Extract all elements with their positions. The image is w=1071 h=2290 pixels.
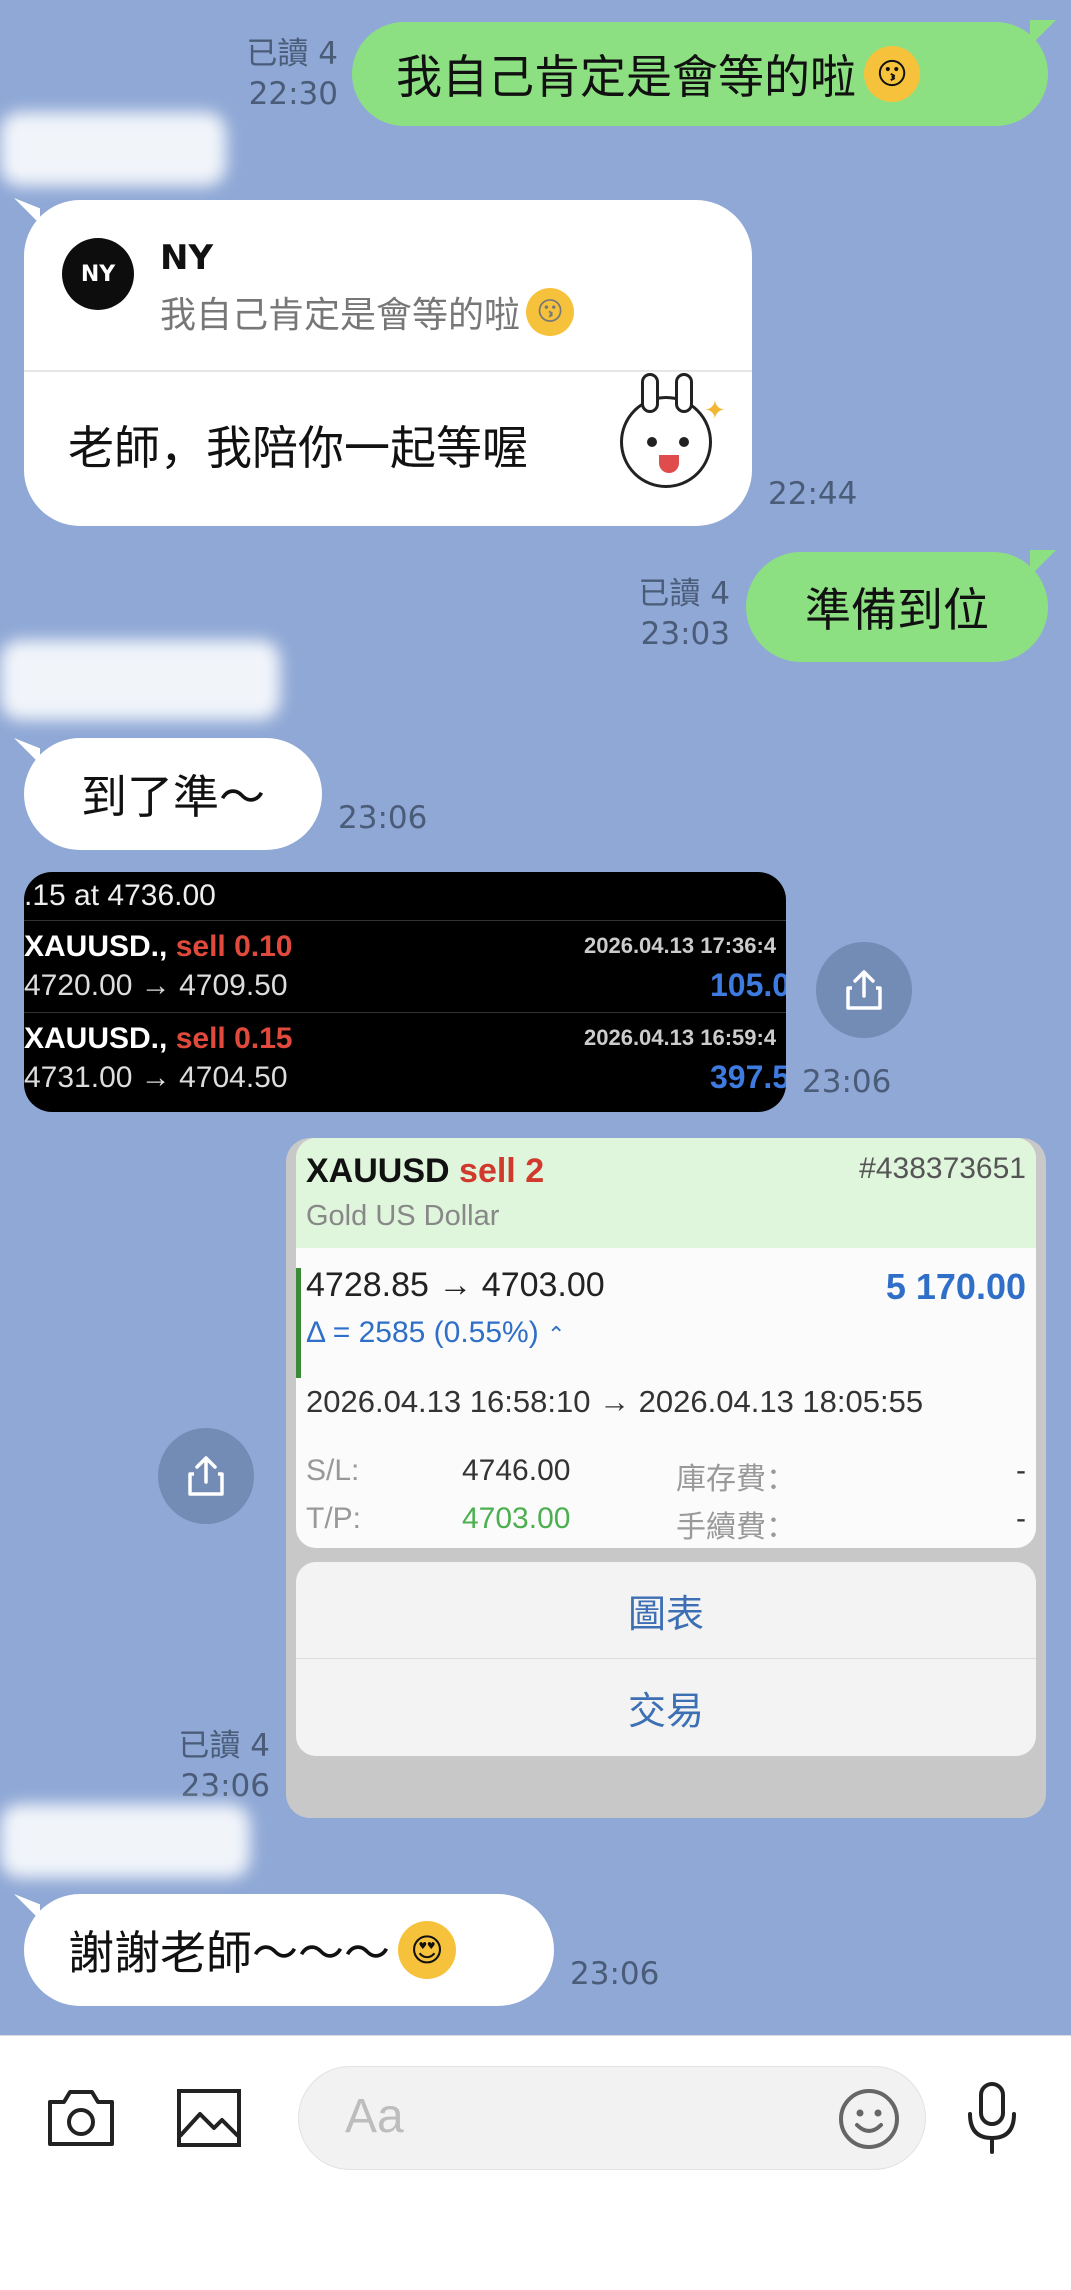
read-receipt: 已讀 4 23:06: [178, 1728, 270, 1804]
message-time: 22:44: [768, 476, 858, 512]
message-bubble-incoming[interactable]: 謝謝老師～～～ 😍: [24, 1894, 554, 2006]
swap-label: 庫存費：: [676, 1463, 796, 1496]
mic-icon: [968, 2082, 1016, 2154]
quoted-sender: NY: [160, 238, 214, 278]
camera-icon: [48, 2090, 114, 2146]
reply-message-bubble[interactable]: NY NY 我自己肯定是會等的啦 😗 老師，我陪你一起等喔 ✦: [24, 200, 752, 526]
menu-item-chart[interactable]: 圖表: [296, 1562, 1036, 1659]
trade-history-image[interactable]: .15 at 4736.00 XAUUSD., sell 0.10 2026.0…: [24, 872, 786, 1112]
message-bubble-incoming[interactable]: 到了準～: [24, 738, 322, 850]
message-bubble-outgoing[interactable]: 準備到位: [746, 552, 1048, 662]
trade-dates: 2026.04.13 16:58:10 → 2026.04.13 18:05:5…: [306, 1384, 924, 1419]
message-input[interactable]: Aa: [298, 2066, 926, 2170]
kissing-face-icon: 😗: [526, 288, 575, 336]
kissing-face-icon: 😗: [864, 46, 920, 102]
chat-area[interactable]: 已讀 4 22:30 我自己肯定是會等的啦 😗 NY NY 我自己肯定是會等的啦…: [0, 0, 1071, 2035]
sparkle-icon: ✦: [704, 396, 726, 426]
trade-side: sell 0.15: [175, 1022, 293, 1055]
camera-button[interactable]: [46, 2086, 116, 2150]
trade-date: 2026.04.13 17:36:4: [584, 933, 777, 958]
image-icon: [177, 2089, 241, 2147]
emoji-icon: [839, 2089, 899, 2149]
image-button[interactable]: [176, 2086, 242, 2150]
quoted-text: 我自己肯定是會等的啦 😗: [160, 286, 575, 338]
bubble-tail: [1030, 550, 1056, 576]
ticket-number: #438373651: [859, 1152, 1026, 1185]
sl-value: 4746.00: [462, 1454, 571, 1487]
trade-delta: Δ = 2585 (0.55%) ⌃: [306, 1316, 566, 1349]
emoji-button[interactable]: [837, 2087, 901, 2151]
trade-prices: 4728.85 → 4703.00: [306, 1266, 605, 1304]
sender-name: [0, 1804, 250, 1878]
chevron-up-icon: ⌃: [547, 1322, 566, 1347]
trade-symbol: XAUUSD.,: [24, 930, 168, 963]
trade-side: sell 0.10: [175, 930, 293, 963]
share-icon: [846, 970, 882, 1010]
trade-side: sell 2: [459, 1152, 545, 1190]
context-menu: 圖表 交易: [296, 1562, 1036, 1756]
sender-name: [0, 112, 226, 186]
trade-row: XAUUSD., sell 0.10 2026.04.13 17:36:4 47…: [24, 920, 786, 1012]
instrument-name: Gold US Dollar: [306, 1200, 500, 1232]
trade-prices: 4731.00 → 4704.50: [24, 1061, 288, 1094]
share-button[interactable]: [158, 1428, 254, 1524]
tp-label: T/P:: [306, 1502, 362, 1535]
trade-detail-image[interactable]: XAUUSD sell 2 #438373651 Gold US Dollar …: [286, 1138, 1046, 1818]
trade-header: XAUUSD sell 2 #438373651 Gold US Dollar: [296, 1138, 1036, 1248]
trade-date: 2026.04.13 16:59:4: [584, 1025, 777, 1050]
message-bubble-outgoing[interactable]: 我自己肯定是會等的啦 😗: [352, 22, 1048, 126]
trade-symbol: XAUUSD.,: [24, 1022, 168, 1055]
trade-profit: 397.5: [710, 1059, 786, 1095]
trade-card: XAUUSD sell 2 #438373651 Gold US Dollar …: [296, 1138, 1036, 1548]
message-time: 23:06: [338, 800, 428, 836]
message-text: 我自己肯定是會等的啦: [396, 50, 856, 104]
trade-profit: 105.0: [710, 967, 786, 1003]
trade-prices: 4720.00 → 4709.50: [24, 969, 288, 1002]
message-input-bar: Aa: [0, 2035, 1071, 2290]
message-time: 23:06: [570, 1956, 660, 1992]
share-icon: [188, 1456, 224, 1496]
bunny-sticker-icon: [620, 373, 712, 488]
message-time: 23:06: [802, 1064, 892, 1100]
read-receipt: 已讀 4 22:30: [246, 36, 338, 112]
sender-name: [0, 640, 280, 720]
voice-button[interactable]: [962, 2080, 1022, 2156]
input-placeholder: Aa: [345, 2090, 404, 2143]
share-button[interactable]: [816, 942, 912, 1038]
trade-symbol: XAUUSD: [306, 1152, 450, 1190]
swap-value: -: [1016, 1454, 1026, 1487]
quoted-message[interactable]: NY NY 我自己肯定是會等的啦 😗: [24, 200, 752, 372]
message-text: 老師，我陪你一起等喔: [68, 421, 528, 475]
menu-item-trade[interactable]: 交易: [296, 1659, 1036, 1756]
tp-value: 4703.00: [462, 1502, 571, 1535]
trade-profit: 5 170.00: [885, 1266, 1026, 1307]
sl-label: S/L:: [306, 1454, 360, 1487]
message-text: 謝謝老師～～～: [68, 1926, 390, 1980]
message-text: 準備到位: [805, 583, 989, 637]
fee-label: 手續費：: [676, 1511, 796, 1544]
avatar: NY: [62, 238, 134, 310]
trade-summary-line: .15 at 4736.00: [24, 879, 216, 912]
read-receipt: 已讀 4 23:03: [638, 576, 730, 652]
fee-value: -: [1016, 1502, 1026, 1535]
message-text: 到了準～: [81, 770, 265, 824]
heart-eyes-icon: 😍: [398, 1921, 456, 1979]
trade-row: XAUUSD., sell 0.15 2026.04.13 16:59:4 47…: [24, 1012, 786, 1104]
profit-indicator: [296, 1268, 301, 1378]
